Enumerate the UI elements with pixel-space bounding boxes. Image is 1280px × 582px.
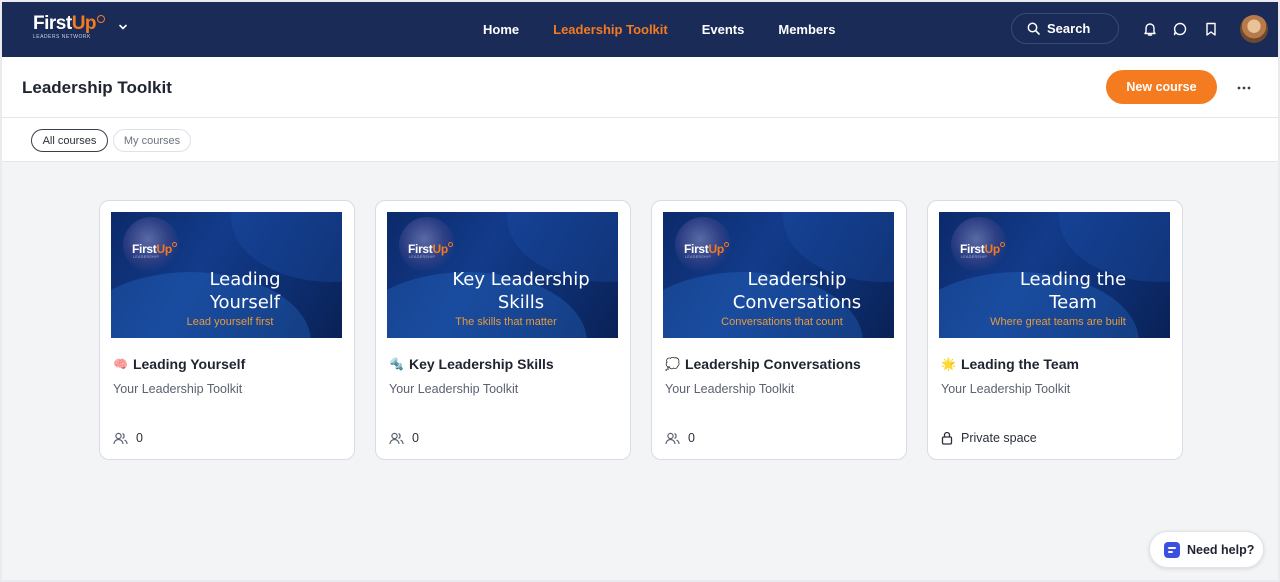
thumbnail-logo: FirstUp xyxy=(960,242,1005,256)
thumbnail-logo: FirstUp xyxy=(132,242,177,256)
nav-events[interactable]: Events xyxy=(702,22,745,37)
filter-all-courses[interactable]: All courses xyxy=(31,129,108,152)
course-subtitle: Your Leadership Toolkit xyxy=(389,382,519,396)
course-title[interactable]: 💭 Leadership Conversations xyxy=(665,356,861,372)
bookmark-icon[interactable] xyxy=(1203,21,1219,37)
course-thumbnail: FirstUp LEADERSHIP Leading Yourself Lead … xyxy=(111,212,342,338)
help-chat-icon xyxy=(1164,541,1180,558)
members-icon xyxy=(389,432,404,444)
course-footer: 0 xyxy=(389,431,419,445)
brain-icon: 🧠 xyxy=(113,357,128,371)
course-card[interactable]: FirstUp LEADERSHIP Leadership Conversatio… xyxy=(651,200,907,460)
page-header: Leadership Toolkit New course xyxy=(2,57,1278,118)
thumbnail-tagline: Where great teams are built xyxy=(990,316,1126,328)
logo[interactable]: FirstUp LEADERS NETWORK xyxy=(33,14,106,40)
thumbnail-tagline: Lead yourself first xyxy=(186,316,274,328)
course-subtitle: Your Leadership Toolkit xyxy=(941,382,1071,396)
thumbnail-title: Key Leadership Skills xyxy=(452,269,590,313)
course-footer: 0 xyxy=(113,431,143,445)
more-options-icon[interactable] xyxy=(1236,85,1252,91)
logo-subtitle: LEADERS NETWORK xyxy=(33,34,91,40)
course-title[interactable]: 🔩 Key Leadership Skills xyxy=(389,356,554,372)
bolt-icon: 🔩 xyxy=(389,357,404,371)
logo-wordmark: FirstUp xyxy=(33,14,106,34)
course-card[interactable]: FirstUp LEADERSHIP Key Leadership Skills … xyxy=(375,200,631,460)
thumbnail-logo: FirstUp xyxy=(408,242,453,256)
thumbnail-title: Leadership Conversations xyxy=(732,269,862,313)
course-subtitle: Your Leadership Toolkit xyxy=(665,382,795,396)
members-icon xyxy=(665,432,680,444)
thumbnail-tagline: The skills that matter xyxy=(455,316,557,328)
search-icon xyxy=(1027,22,1040,35)
chat-icon[interactable] xyxy=(1172,21,1188,37)
filter-bar: All courses My courses xyxy=(2,118,1278,162)
course-title[interactable]: 🌟 Leading the Team xyxy=(941,356,1079,372)
page-title: Leadership Toolkit xyxy=(22,78,172,97)
nav-links: Home Leadership Toolkit Events Members xyxy=(483,2,869,57)
thumbnail-tagline: Conversations that count xyxy=(721,316,843,328)
help-label: Need help? xyxy=(1187,542,1255,557)
search-label: Search xyxy=(1047,21,1091,36)
top-nav: FirstUp LEADERS NETWORK Home Leadership … xyxy=(2,2,1278,57)
bell-icon[interactable] xyxy=(1142,21,1158,37)
course-thumbnail: FirstUp LEADERSHIP Leading the Team Where… xyxy=(939,212,1170,338)
search-button[interactable]: Search xyxy=(1011,13,1119,44)
members-icon xyxy=(113,432,128,444)
thumbnail-title: Leading Yourself xyxy=(209,269,281,313)
course-title[interactable]: 🧠 Leading Yourself xyxy=(113,356,245,372)
course-footer: Private space xyxy=(941,431,1037,445)
thought-bubble-icon: 💭 xyxy=(665,357,680,371)
thumbnail-title: Leading the Team xyxy=(1019,269,1127,313)
nav-leadership-toolkit[interactable]: Leadership Toolkit xyxy=(553,22,668,37)
need-help-button[interactable]: Need help? xyxy=(1149,531,1264,568)
course-thumbnail: FirstUp LEADERSHIP Leadership Conversatio… xyxy=(663,212,894,338)
filter-my-courses[interactable]: My courses xyxy=(113,129,191,152)
app-frame: FirstUp LEADERS NETWORK Home Leadership … xyxy=(2,2,1278,580)
course-footer: 0 xyxy=(665,431,695,445)
course-subtitle: Your Leadership Toolkit xyxy=(113,382,243,396)
nav-members[interactable]: Members xyxy=(778,22,835,37)
course-card[interactable]: FirstUp LEADERSHIP Leading Yourself Lead … xyxy=(99,200,355,460)
star-icon: 🌟 xyxy=(941,357,956,371)
new-course-button[interactable]: New course xyxy=(1106,70,1217,104)
nav-home[interactable]: Home xyxy=(483,22,519,37)
thumbnail-logo: FirstUp xyxy=(684,242,729,256)
course-thumbnail: FirstUp LEADERSHIP Key Leadership Skills … xyxy=(387,212,618,338)
lock-icon xyxy=(941,431,953,445)
avatar[interactable] xyxy=(1240,15,1268,43)
chevron-down-icon[interactable] xyxy=(118,22,128,32)
course-card[interactable]: FirstUp LEADERSHIP Leading the Team Where… xyxy=(927,200,1183,460)
